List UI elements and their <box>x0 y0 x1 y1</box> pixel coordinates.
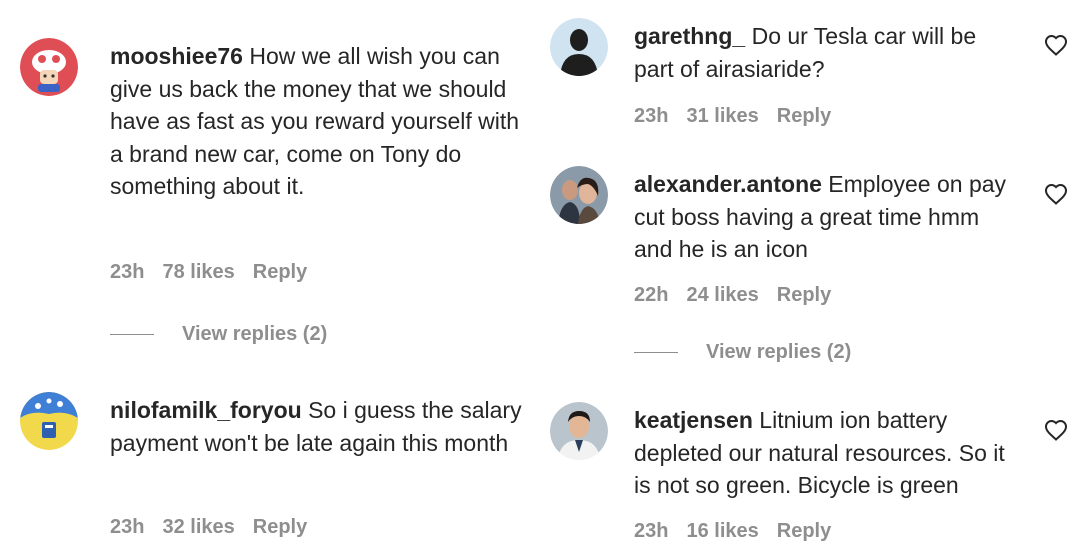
comment-meta: 23h 32 likes Reply <box>110 516 325 539</box>
heart-icon[interactable] <box>1044 34 1068 56</box>
comment-meta: 22h 24 likes Reply <box>634 284 849 307</box>
comment-text: alexander.antone Employee on pay cut bos… <box>634 168 1014 266</box>
comment-timestamp[interactable]: 23h <box>110 261 144 283</box>
comment-meta: 23h 78 likes Reply <box>110 261 325 284</box>
comment-text: mooshiee76 How we all wish you can give … <box>110 40 530 203</box>
view-replies-label: View replies (2) <box>706 341 852 363</box>
comment-username[interactable]: mooshiee76 <box>110 43 243 69</box>
view-replies-button[interactable]: View replies (2) <box>110 323 327 346</box>
comment-meta: 23h 16 likes Reply <box>634 520 849 543</box>
divider-line <box>634 352 678 354</box>
reply-button[interactable]: Reply <box>777 284 831 306</box>
comment-text: nilofamilk_foryou So i guess the salary … <box>110 394 540 459</box>
divider-line <box>110 334 154 336</box>
comment-timestamp[interactable]: 23h <box>110 516 144 538</box>
avatar[interactable] <box>550 402 608 460</box>
comment-likes[interactable]: 31 likes <box>686 105 758 127</box>
heart-icon[interactable] <box>1044 419 1068 441</box>
comment-likes[interactable]: 16 likes <box>686 520 758 542</box>
comment-timestamp[interactable]: 22h <box>634 284 668 306</box>
view-replies-label: View replies (2) <box>182 323 328 345</box>
avatar[interactable] <box>550 18 608 76</box>
comment-timestamp[interactable]: 23h <box>634 520 668 542</box>
reply-button[interactable]: Reply <box>253 261 307 283</box>
avatar[interactable] <box>550 166 608 224</box>
comment-likes[interactable]: 78 likes <box>162 261 234 283</box>
comment-likes[interactable]: 24 likes <box>686 284 758 306</box>
comment-username[interactable]: nilofamilk_foryou <box>110 397 302 423</box>
view-replies-button[interactable]: View replies (2) <box>634 341 851 364</box>
reply-button[interactable]: Reply <box>253 516 307 538</box>
comment-text: keatjensen Litnium ion battery depleted … <box>634 404 1024 502</box>
comment-username[interactable]: keatjensen <box>634 407 753 433</box>
comment-username[interactable]: alexander.antone <box>634 171 822 197</box>
reply-button[interactable]: Reply <box>777 520 831 542</box>
comment-text: garethng_ Do ur Tesla car will be part o… <box>634 20 1014 85</box>
comment-likes[interactable]: 32 likes <box>162 516 234 538</box>
comment-username[interactable]: garethng_ <box>634 23 745 49</box>
heart-icon[interactable] <box>1044 183 1068 205</box>
avatar[interactable] <box>20 392 78 450</box>
comment-timestamp[interactable]: 23h <box>634 105 668 127</box>
reply-button[interactable]: Reply <box>777 105 831 127</box>
avatar[interactable] <box>20 38 78 96</box>
comment-meta: 23h 31 likes Reply <box>634 105 849 128</box>
